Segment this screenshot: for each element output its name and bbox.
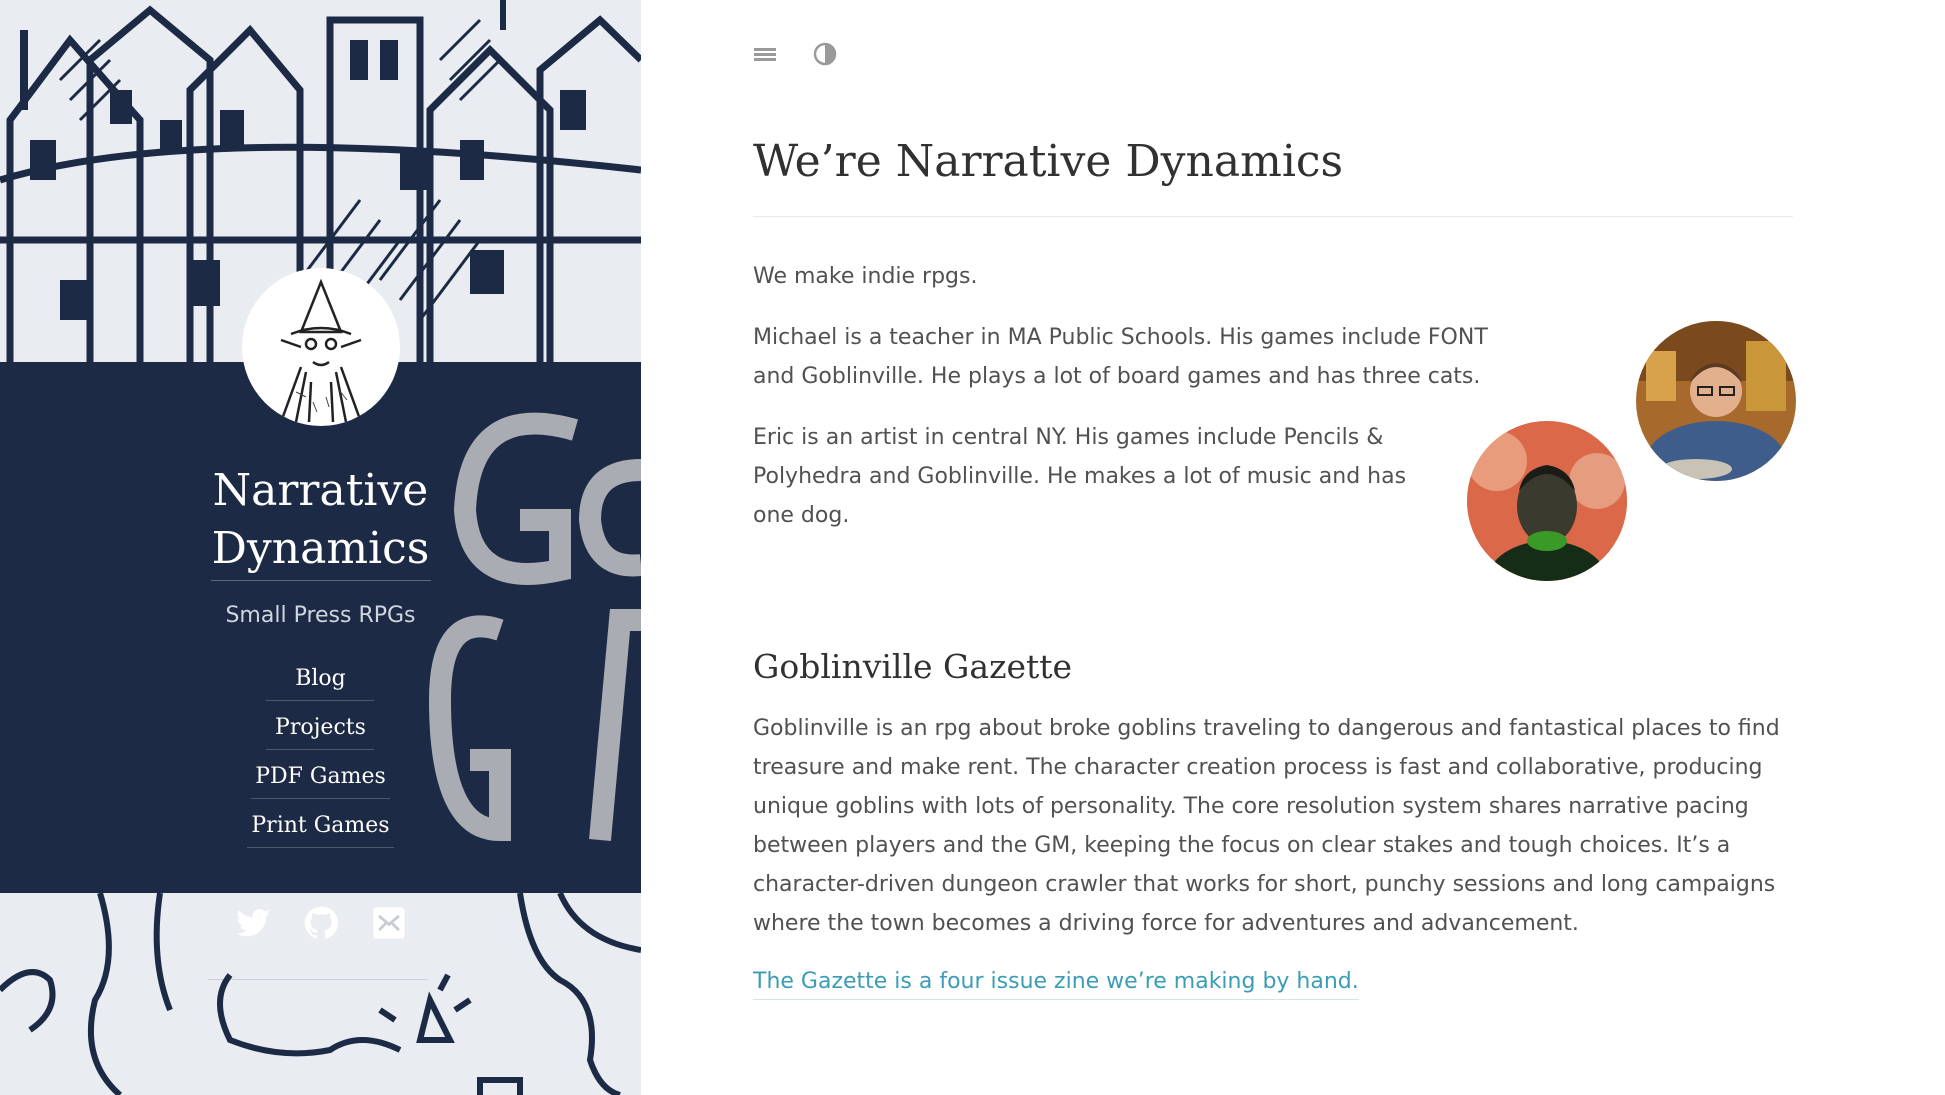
sidebar-nav: Blog Projects PDF Games Print Games (247, 658, 394, 854)
goblin-wizard-icon (279, 278, 362, 422)
nav-item-blog[interactable]: Blog (266, 658, 375, 701)
contrast-icon[interactable] (813, 42, 837, 66)
goblinville-description: Goblinville is an rpg about broke goblin… (753, 716, 1780, 936)
eric-bio: Eric is an artist in central NY. His gam… (753, 425, 1407, 528)
github-icon[interactable] (304, 906, 338, 940)
section-title: Goblinville Gazette (753, 647, 1073, 686)
email-icon[interactable] (372, 906, 406, 940)
michael-photo (1636, 321, 1796, 481)
nav-item-projects[interactable]: Projects (266, 707, 375, 750)
nav-item-print-games[interactable]: Print Games (247, 805, 394, 848)
site-title-line1: Narrative (212, 465, 429, 516)
article: We’re Narrative Dynamics We make indie r… (753, 128, 1793, 1000)
page: Narrative Dynamics Small Press RPGs Blog… (0, 0, 1945, 1095)
topbar (753, 42, 837, 66)
sidebar: Narrative Dynamics Small Press RPGs Blog… (0, 0, 641, 1095)
goblin-avatar[interactable] (241, 268, 400, 426)
site-title[interactable]: Narrative Dynamics (210, 462, 431, 581)
menu-icon[interactable] (753, 42, 777, 66)
page-title: We’re Narrative Dynamics (753, 128, 1793, 217)
michael-bio: Michael is a teacher in MA Public School… (753, 325, 1488, 389)
social-divider (208, 979, 428, 980)
intro-paragraph: We make indie rpgs. (753, 264, 978, 289)
main-content: We’re Narrative Dynamics We make indie r… (641, 0, 1945, 1095)
site-title-line2: Dynamics (211, 523, 430, 574)
nav-item-pdf-games[interactable]: PDF Games (251, 756, 390, 799)
twitter-icon[interactable] (235, 906, 270, 940)
gazette-link[interactable]: The Gazette is a four issue zine we’re m… (753, 965, 1359, 1000)
site-tagline: Small Press RPGs (225, 603, 416, 628)
social-links (0, 906, 641, 940)
eric-photo (1467, 421, 1627, 581)
